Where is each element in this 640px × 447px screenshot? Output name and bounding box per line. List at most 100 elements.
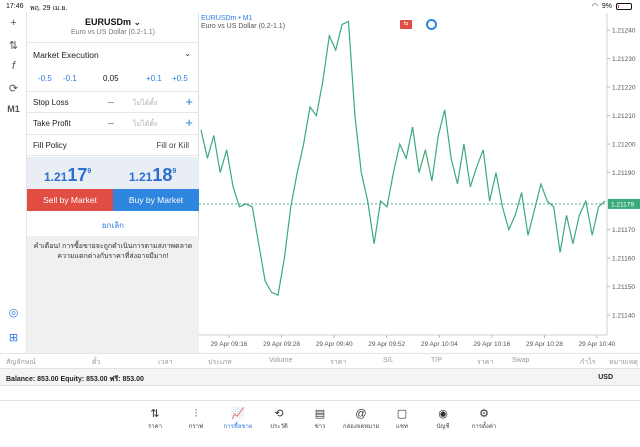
col-sl: S/L (383, 357, 394, 364)
tab-label: การซื้อขาย (223, 424, 253, 430)
cancel-button[interactable]: ยกเลิก (27, 219, 199, 232)
tab-quotes[interactable]: ⇅ ราคา (135, 407, 175, 431)
x-tick-label: 29 Apr 09:28 (263, 341, 300, 348)
sell-quote: 1.21179 (44, 165, 91, 186)
x-tick-label: 29 Apr 09:16 (211, 341, 248, 348)
tab-mailbox[interactable]: @ กล่องจดหมาย (341, 407, 381, 431)
fill-policy-row[interactable]: Fill Policy Fill or Kill (27, 134, 199, 156)
col-type: ประเภท (208, 359, 232, 366)
balance-text: Balance: 853.00 Equity: 853.00 ฟรี: 853.… (6, 376, 144, 383)
stop-loss-row: Stop Loss − ไม่ได้ตั้ง + (27, 91, 199, 113)
positions-header: สัญลักษณ์ ตั๋ว เวลา ประเภท Volume ราคา S… (0, 353, 640, 367)
signals-icon[interactable]: ◎ (0, 306, 27, 319)
y-tick-label: 1.21160 (612, 256, 635, 263)
tab-trade[interactable]: 📈 การซื้อขาย (218, 407, 258, 431)
x-tick-label: 29 Apr 10:04 (421, 341, 458, 348)
tab-label: บัญชี (436, 424, 450, 430)
candles-icon[interactable]: ⇅ (0, 39, 27, 52)
take-profit-input[interactable]: ไม่ได้ตั้ง (133, 119, 157, 130)
tab-label: การตั้งค่า (471, 424, 497, 430)
price-chart: 1.21240 1.21230 1.21220 1.21210 1.21200 1.211… (199, 13, 640, 348)
tab-settings[interactable]: ⚙ การตั้งค่า (464, 407, 504, 431)
stop-loss-label: Stop Loss (33, 98, 69, 107)
warning-box: คำเตือน! การซื้อขายจะถูกดำเนินการตามสภาพ… (27, 236, 199, 353)
take-profit-plus-button[interactable]: + (185, 115, 193, 130)
buy-quote-big: 18 (152, 165, 173, 185)
sell-by-market-button[interactable]: Sell by Market (27, 189, 113, 211)
new-order-icon[interactable]: ⊞ (0, 331, 27, 344)
sell-quote-big: 17 (67, 165, 88, 185)
warning-text: คำเตือน! การซื้อขายจะถูกดำเนินการตามสภาพ… (33, 243, 193, 260)
col-price2: ราคา (477, 359, 494, 366)
tab-chart[interactable]: ⫶ กราฟ (176, 407, 216, 431)
x-tick-label: 29 Apr 10:28 (526, 341, 563, 348)
col-price: ราคา (330, 359, 347, 366)
fill-policy-value: Fill or Kill (156, 141, 189, 150)
col-profit: กำไร (580, 359, 596, 366)
volume-value[interactable]: 0.05 (103, 74, 119, 83)
fill-policy-label: Fill Policy (33, 141, 67, 150)
stop-loss-input[interactable]: ไม่ได้ตั้ง (133, 98, 157, 109)
buy-quote: 1.21189 (129, 165, 176, 186)
volume-plus-05[interactable]: +0.5 (172, 74, 188, 83)
objects-icon[interactable]: ⟳ (0, 82, 27, 95)
chat-icon: ▢ (396, 408, 408, 420)
crosshair-icon[interactable]: + (0, 17, 27, 29)
stop-loss-plus-button[interactable]: + (185, 94, 193, 109)
col-comment: หมายเหตุ (609, 359, 638, 366)
y-tick-label: 1.21170 (612, 227, 635, 234)
battery-percent: 9% (601, 2, 612, 10)
chevron-down-icon: ⌄ (133, 17, 142, 27)
tab-history[interactable]: ⟲ ประวัติ (259, 407, 299, 431)
col-volume: Volume (269, 357, 293, 364)
take-profit-minus-button[interactable]: − (107, 116, 115, 131)
y-tick-label: 1.21240 (612, 28, 636, 35)
y-tick-label: 1.21140 (612, 313, 635, 320)
left-toolbar: + ⇅ f ⟳ M1 ◎ ⊞ (0, 13, 27, 353)
wifi-icon: ◠ (591, 3, 598, 10)
battery-icon (616, 2, 632, 10)
y-tick-label: 1.21210 (612, 113, 636, 120)
price-series-line (200, 20, 606, 296)
tab-account[interactable]: ◉ บัญชี (423, 407, 463, 431)
symbol-name: EURUSDm (84, 17, 131, 27)
status-bar: 17:46 พฤ. 29 เม.ย. ◠ 9% (0, 0, 640, 13)
history-icon: ⟲ (274, 408, 284, 420)
execution-select[interactable]: Market Execution ⌄ (27, 42, 199, 66)
tab-label: แชท (396, 424, 408, 430)
chart-icon: ⫶ (194, 408, 198, 420)
status-time: 17:46 (6, 3, 24, 10)
x-tick-label: 29 Apr 09:40 (316, 341, 353, 348)
buy-quote-sup: 9 (172, 168, 177, 175)
stop-loss-minus-button[interactable]: − (107, 95, 115, 110)
tab-label: ข่าว (314, 424, 326, 430)
tab-bar: ⇅ ราคา ⫶ กราฟ 📈 การซื้อขาย ⟲ ประวัติ ▤ ข่าว @… (0, 400, 640, 447)
chart-area[interactable]: EURUSDm • M1 Euro vs US Dollar (0.2-1.1)… (199, 13, 640, 353)
status-right: ◠ 9% (592, 2, 632, 10)
symbol-selector[interactable]: EURUSDm ⌄ (27, 17, 199, 28)
mail-icon: @ (355, 408, 367, 420)
tab-label: กล่องจดหมาย (342, 424, 380, 430)
buy-by-market-button[interactable]: Buy by Market (113, 189, 199, 211)
volume-minus-05[interactable]: -0.5 (38, 74, 52, 83)
x-tick-label: 29 Apr 09:52 (368, 341, 405, 348)
tab-label: กราฟ (188, 424, 204, 430)
tab-label: ราคา (148, 424, 162, 430)
tab-news[interactable]: ▤ ข่าว (300, 407, 340, 431)
indicators-icon[interactable]: f (0, 60, 27, 72)
col-swap: Swap (512, 357, 530, 364)
col-symbol: สัญลักษณ์ (6, 359, 36, 366)
quotes-icon: ⇅ (150, 408, 160, 420)
col-ticket: ตั๋ว (92, 359, 101, 366)
tab-chat[interactable]: ▢ แชท (382, 407, 422, 431)
sell-quote-sup: 9 (87, 168, 92, 175)
symbol-description: Euro vs US Dollar (0.2-1.1) (70, 29, 156, 36)
volume-plus-01[interactable]: +0.1 (146, 74, 162, 83)
current-price-label: 1.21179 (611, 201, 634, 208)
volume-minus-01[interactable]: -0.1 (63, 74, 77, 83)
balance-currency: USD (598, 374, 613, 381)
x-tick-label: 29 Apr 10:40 (579, 341, 616, 348)
y-tick-label: 1.21150 (612, 284, 635, 291)
timeframe-button[interactable]: M1 (0, 104, 27, 114)
gear-icon: ⚙ (479, 408, 489, 420)
